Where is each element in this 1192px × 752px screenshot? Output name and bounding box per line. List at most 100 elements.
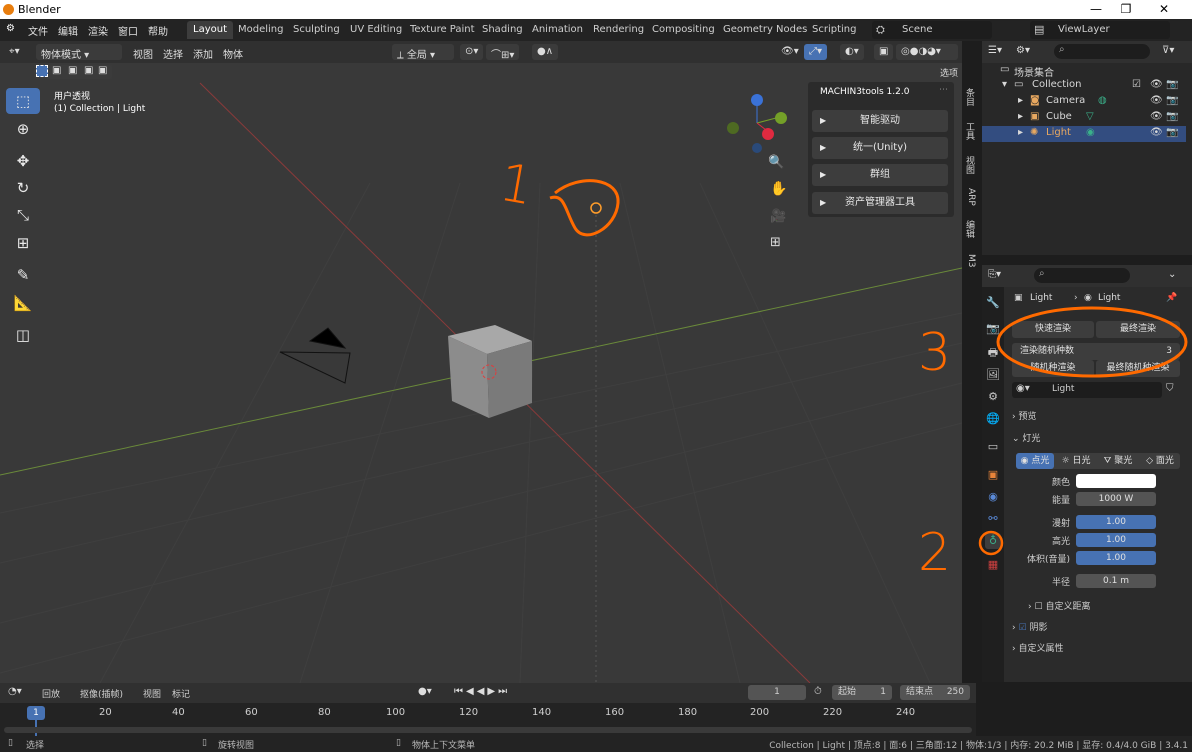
constraints-properties-icon[interactable]: ⚯ (985, 511, 1001, 527)
record-icon[interactable]: ●▾ (418, 686, 432, 697)
outliner-editor-icon[interactable]: ☰▾ (988, 45, 1002, 56)
chevron-down-icon[interactable]: ⌄ (1168, 269, 1176, 280)
group-button[interactable]: ▶ 群组 (812, 164, 948, 186)
cube-object[interactable] (448, 325, 532, 418)
menu-edit[interactable]: 编辑 (58, 23, 78, 38)
blender-menu-icon[interactable]: ⚙ (6, 23, 15, 34)
render-camera-icon[interactable]: 📷 (1166, 95, 1178, 106)
object-properties-icon[interactable]: ▣ (985, 467, 1001, 483)
current-frame-field[interactable]: 1 (748, 685, 806, 700)
transform-orientation-dropdown[interactable]: ⟂ 全局 ▾ (392, 44, 454, 61)
viewport-menu-add[interactable]: 添加 (188, 44, 218, 61)
tab-animation[interactable]: Animation (526, 21, 589, 39)
tab-shading[interactable]: Shading (476, 21, 529, 39)
panel-drag-icon[interactable]: ⋯ (939, 85, 948, 95)
editor-type-icon[interactable]: ⌖▾ (4, 44, 25, 60)
menu-render[interactable]: 渲染 (88, 23, 108, 38)
maximize-button[interactable]: ❐ (1112, 2, 1140, 16)
select-intersect-icon[interactable]: ▣ (98, 65, 107, 76)
tab-arp[interactable]: ARP (962, 188, 976, 206)
specular-slider[interactable]: 1.00 (1076, 533, 1156, 547)
options-button[interactable]: 选项 (940, 66, 958, 79)
asset-manager-tools-button[interactable]: ▶ 资产管理器工具 (812, 192, 948, 214)
timeline[interactable]: 1 20 40 60 80 100 120 140 160 180 200 22… (0, 703, 976, 736)
grid-view-icon[interactable]: ⊞ (770, 235, 781, 250)
overlay-toggle-icon[interactable]: ◐▾ (840, 44, 864, 60)
light-type-spot[interactable]: ⛛ 聚光 (1098, 453, 1138, 469)
transform-tool-icon[interactable]: ⊞ (6, 230, 40, 256)
checkbox-checked-icon[interactable]: ☑ (1018, 623, 1026, 633)
eye-icon[interactable]: 👁 (1150, 127, 1163, 138)
playback-controls-icon[interactable]: ⏮◀◀▶⏭ (454, 686, 510, 697)
measure-tool-icon[interactable]: 📐 (6, 290, 40, 316)
minimize-button[interactable]: — (1082, 2, 1110, 16)
tab-tool[interactable]: 工具 (962, 122, 976, 140)
rotate-tool-icon[interactable]: ↻ (6, 175, 40, 201)
outliner-row-camera[interactable]: ▸ ◙ Camera ◍ 👁 📷 (982, 94, 1186, 110)
tab-edit[interactable]: 编辑 (962, 220, 976, 238)
mode-dropdown[interactable]: 物体模式 ▾ (36, 44, 122, 61)
timeline-menu-keying[interactable]: 抠像(插帧) (80, 687, 123, 700)
select-mode-group[interactable]: ▣ ▣ ▣ ▣ (34, 65, 112, 79)
add-cube-tool-icon[interactable]: ◫ (6, 322, 40, 348)
shading-mode-group[interactable]: ◎●◑◕▾ (896, 44, 958, 60)
light-type-sun[interactable]: ☼ 日光 (1056, 453, 1096, 469)
select-invert-icon[interactable]: ▣ (84, 65, 93, 76)
physics-properties-icon[interactable]: ◉ (985, 489, 1001, 505)
outliner-row-light[interactable]: ▸ ✺ Light ◉ 👁 📷 (982, 126, 1186, 142)
color-swatch[interactable] (1076, 474, 1156, 488)
tab-compositing[interactable]: Compositing (646, 21, 721, 39)
render-camera-icon[interactable]: 📷 (1166, 127, 1178, 138)
visibility-icon[interactable]: 👁▾ (776, 44, 804, 60)
tab-texture-paint[interactable]: Texture Paint (404, 21, 481, 39)
playhead[interactable]: 1 (27, 706, 45, 720)
eye-icon[interactable]: 👁 (1150, 111, 1163, 122)
light-type-point[interactable]: ◉ 点光 (1016, 453, 1054, 469)
collection-properties-icon[interactable]: ▭ (985, 439, 1001, 455)
timeline-menu-marker[interactable]: 标记 (172, 687, 190, 700)
tab-sculpting[interactable]: Sculpting (287, 21, 346, 39)
annotate-tool-icon[interactable]: ✎ (6, 262, 40, 288)
select-box-tool-icon[interactable]: ⬚ (6, 88, 40, 114)
scale-tool-icon[interactable]: ⤡ (6, 202, 40, 228)
properties-search-input[interactable]: ⌕ (1034, 268, 1130, 283)
tab-rendering[interactable]: Rendering (587, 21, 650, 39)
cursor-tool-icon[interactable]: ⊕ (6, 116, 40, 142)
section-preview[interactable]: › 预览 (1012, 409, 1037, 422)
timeline-scrollbar[interactable] (4, 727, 972, 733)
menu-window[interactable]: 窗口 (118, 23, 138, 38)
timeline-menu-view[interactable]: 视图 (143, 687, 161, 700)
close-button[interactable]: ✕ (1150, 2, 1178, 16)
end-frame-field[interactable]: 结束点 250 (900, 685, 970, 700)
timeline-editor-icon[interactable]: ◔▾ (8, 686, 22, 697)
pivot-icon[interactable]: ⊙▾ (460, 44, 484, 60)
expand-arrow-icon[interactable]: ▸ (1018, 127, 1023, 138)
expand-arrow-icon[interactable]: ▾ (1002, 79, 1007, 90)
properties-editor-icon[interactable]: ⎘▾ (988, 269, 1001, 280)
tab-view[interactable]: 视图 (962, 156, 976, 174)
start-frame-field[interactable]: 起始 1 (832, 685, 892, 700)
xray-icon[interactable]: ▣ (874, 44, 894, 60)
eye-icon[interactable]: 👁 (1150, 79, 1163, 90)
menu-help[interactable]: 帮助 (148, 23, 168, 38)
viewport-menu-view[interactable]: 视图 (128, 44, 158, 61)
outliner-row-collection[interactable]: ▾ ▭ Collection ☑ 👁 📷 (982, 78, 1186, 94)
light-type-area[interactable]: ◇ 面光 (1140, 453, 1180, 469)
viewport-menu-object[interactable]: 物体 (218, 44, 248, 61)
diffuse-slider[interactable]: 1.00 (1076, 515, 1156, 529)
render-camera-icon[interactable]: 📷 (1166, 111, 1178, 122)
light-object[interactable] (590, 202, 602, 683)
outliner-root[interactable]: ▭ 场景集合 (982, 63, 1186, 79)
select-subtract-icon[interactable]: ▣ (68, 65, 77, 76)
unity-button[interactable]: ▶ 统一(Unity) (812, 137, 948, 159)
scene-properties-icon[interactable]: ⚙ (985, 389, 1001, 405)
volume-slider[interactable]: 1.00 (1076, 551, 1156, 565)
tab-item[interactable]: 条目 (962, 88, 976, 106)
section-shadow[interactable]: › ☑ 阴影 (1012, 620, 1047, 633)
tab-layout[interactable]: Layout (187, 21, 233, 39)
navigation-gizmo[interactable] (727, 94, 787, 153)
eye-icon[interactable]: 👁 (1150, 95, 1163, 106)
menu-file[interactable]: 文件 (28, 23, 48, 38)
outliner-row-cube[interactable]: ▸ ▣ Cube ▽ 👁 📷 (982, 110, 1186, 126)
camera-object[interactable] (279, 327, 351, 384)
